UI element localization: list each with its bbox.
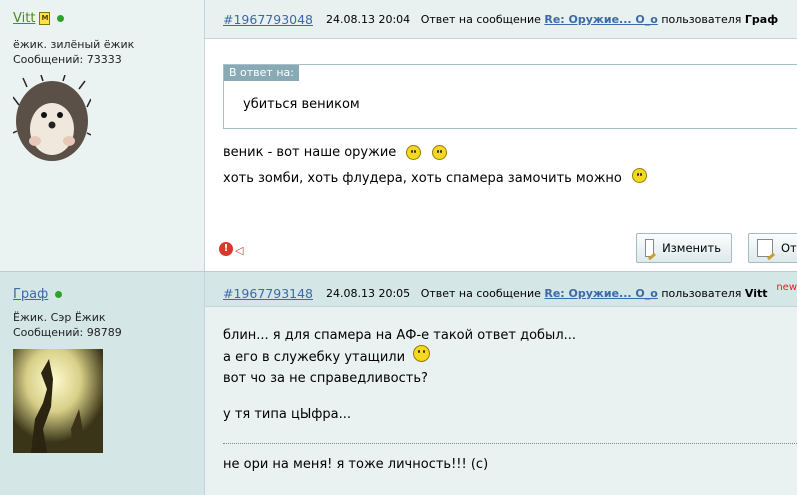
message-text: а его в служебку утащили <box>223 350 406 365</box>
message-count: Сообщений: 73333 <box>13 53 122 66</box>
edit-document-icon <box>645 239 655 257</box>
avatar[interactable] <box>13 75 91 163</box>
new-badge: new <box>776 282 797 293</box>
post-datetime: 24.08.13 20:04 <box>326 13 411 26</box>
post-content: #1967793148 24.08.13 20:05 Ответ на сооб… <box>205 272 797 495</box>
message-line: хоть зомби, хоть флудера, хоть спамера з… <box>223 168 648 186</box>
author-panel: Граф Ёжик. Сэр Ёжик Сообщений: 98789 <box>0 272 205 495</box>
post-content: #1967793048 24.08.13 20:04 Ответ на сооб… <box>205 0 797 272</box>
message-line: блин... я для спамера на АФ-е такой отве… <box>223 328 577 343</box>
author-info: Граф <box>13 287 63 302</box>
moderator-badge-icon: M <box>39 12 51 25</box>
online-status-icon <box>57 15 65 22</box>
user-title: Ёжик. Сэр Ёжик <box>13 311 106 324</box>
post-datetime: 24.08.13 20:05 <box>326 287 411 300</box>
message-line: вот чо за не справедливость? <box>223 371 428 386</box>
reply-topic-link[interactable]: Re: Оружие... О_о <box>544 287 657 300</box>
smiley-icon <box>431 145 447 160</box>
quote-label: В ответ на: <box>224 65 299 81</box>
post-header: #1967793148 24.08.13 20:05 Ответ на сооб… <box>205 272 797 307</box>
author-panel: Vitt M ёжик. зилёный ёжик Сообщений: 733… <box>0 0 205 272</box>
post-permalink[interactable]: #1967793148 <box>223 286 313 301</box>
reply-prefix: Ответ на сообщение <box>420 13 541 26</box>
signature-divider <box>223 443 797 444</box>
post-1967793048: Vitt M ёжик. зилёный ёжик Сообщений: 733… <box>0 0 797 272</box>
edit-button-label: Изменить <box>662 241 721 255</box>
post-meta: 24.08.13 20:04 Ответ на сообщение Re: Ор… <box>326 13 778 26</box>
grin-smiley-icon <box>632 168 648 183</box>
quote-button-label: От <box>781 241 797 255</box>
post-1967793148: Граф Ёжик. Сэр Ёжик Сообщений: 98789 #19… <box>0 272 797 495</box>
message-line: веник - вот наше оружие <box>223 145 447 160</box>
post-header: #1967793048 24.08.13 20:04 Ответ на сооб… <box>205 0 797 39</box>
announce-icon[interactable]: ◁ <box>235 244 243 257</box>
avatar[interactable] <box>13 349 103 453</box>
quote-button[interactable]: От <box>748 233 797 263</box>
quote-block: В ответ на: убиться веником <box>223 64 797 129</box>
online-status-icon <box>55 291 63 298</box>
author-link[interactable]: Граф <box>13 287 48 302</box>
reply-to-user: Vitt <box>744 287 768 300</box>
author-info: Vitt M <box>13 11 65 26</box>
report-warning-icon[interactable]: ! <box>219 242 233 256</box>
message-text: хоть зомби, хоть флудера, хоть спамера з… <box>223 171 622 186</box>
message-count: Сообщений: 98789 <box>13 326 122 339</box>
message-text: веник - вот наше оружие <box>223 145 397 160</box>
sad-smiley-icon <box>413 345 431 362</box>
user-title: ёжик. зилёный ёжик <box>13 38 135 51</box>
quote-document-icon <box>757 239 773 257</box>
reply-to-user: Граф <box>744 13 779 26</box>
post-permalink[interactable]: #1967793048 <box>223 12 313 27</box>
post-meta: 24.08.13 20:05 Ответ на сообщение Re: Ор… <box>326 287 768 300</box>
edit-button[interactable]: Изменить <box>636 233 732 263</box>
message-line: у тя типа цЫфра... <box>223 407 352 422</box>
by-user-prefix: пользователя <box>661 13 742 26</box>
signature-text: не ори на меня! я тоже личность!!! (с) <box>223 457 489 472</box>
by-user-prefix: пользователя <box>661 287 742 300</box>
message-line: а его в служебку утащили <box>223 345 431 366</box>
author-link[interactable]: Vitt <box>13 11 35 26</box>
quote-text: убиться веником <box>243 97 360 112</box>
reply-topic-link[interactable]: Re: Оружие... О_о <box>544 13 657 26</box>
smiley-icon <box>406 145 422 160</box>
reply-prefix: Ответ на сообщение <box>420 287 541 300</box>
